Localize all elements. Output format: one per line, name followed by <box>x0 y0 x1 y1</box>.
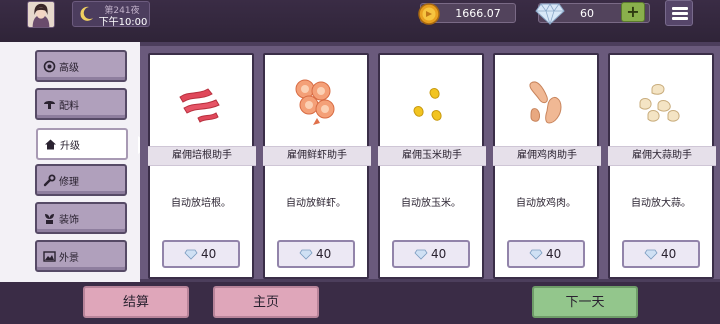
mushroom-icon <box>44 101 55 109</box>
shop-card[interactable]: 雇佣玉米助手 自动放玉米。 40 <box>378 53 486 279</box>
tab-repair[interactable]: 修理 <box>35 164 127 196</box>
card-description: 自动放大蒜。 <box>631 198 691 209</box>
add-gems-button[interactable]: + <box>621 2 645 22</box>
bacon-icon <box>179 88 220 123</box>
buy-button[interactable]: 40 <box>622 240 700 268</box>
landscape-icon <box>43 251 56 262</box>
shop-card[interactable]: 雇佣鸡肉助手 自动放鸡肉。 40 <box>493 53 601 279</box>
card-title: 雇佣鸡肉助手 <box>493 146 601 166</box>
tab-label: 外景 <box>59 253 79 264</box>
card-title: 雇佣鲜虾助手 <box>263 146 371 166</box>
diamond-icon <box>414 249 428 260</box>
price: 40 <box>546 247 562 261</box>
tab-ingredients[interactable]: 配料 <box>35 88 127 120</box>
diamond-icon <box>535 3 565 26</box>
medal-icon <box>43 60 56 73</box>
card-description: 自动放玉米。 <box>401 198 461 209</box>
card-description: 自动放鸡肉。 <box>516 198 576 209</box>
buy-button[interactable]: 40 <box>392 240 470 268</box>
price: 40 <box>661 247 677 261</box>
tab-label: 升级 <box>60 141 80 152</box>
avatar[interactable] <box>27 1 55 28</box>
tab-upgrade[interactable]: 升级 <box>36 128 128 160</box>
buy-button[interactable]: 40 <box>507 240 585 268</box>
tab-label: 装饰 <box>59 215 79 226</box>
gems-value: 60 <box>580 7 594 20</box>
coin-balance: 1666.07 <box>418 3 516 25</box>
shop-card[interactable]: 雇佣鲜虾助手 自动放鲜虾。 40 <box>263 53 371 279</box>
coins-value: 1666.07 <box>455 7 501 20</box>
clock-time: 下午10:00 <box>98 17 148 28</box>
wrench-icon <box>43 174 56 187</box>
card-description: 自动放鲜虾。 <box>286 198 346 209</box>
price: 40 <box>316 247 332 261</box>
top-bar: 第241夜 下午10:00 1666.07 60 + <box>0 0 720 42</box>
chicken-icon <box>529 81 562 124</box>
price: 40 <box>201 247 217 261</box>
card-title: 雇佣培根助手 <box>148 146 256 166</box>
diamond-icon <box>644 249 658 260</box>
buy-button[interactable]: 40 <box>277 240 355 268</box>
upgrade-shop-panel: 雇佣培根助手 自动放培根。 40 雇佣鲜虾助手 自动放鲜虾。 40 雇佣玉米助手… <box>140 42 720 282</box>
day-clock: 第241夜 下午10:00 <box>72 1 150 28</box>
tab-advanced[interactable]: 高级 <box>35 50 127 82</box>
card-title: 雇佣玉米助手 <box>378 146 486 166</box>
corn-icon <box>413 88 442 121</box>
buy-button[interactable]: 40 <box>162 240 240 268</box>
home-button[interactable]: 主页 <box>213 286 319 318</box>
tab-label: 高级 <box>59 63 79 74</box>
menu-button[interactable] <box>665 0 693 26</box>
coin-icon <box>418 3 440 25</box>
moon-icon <box>80 6 93 21</box>
card-title: 雇佣大蒜助手 <box>608 146 716 166</box>
shrimp-icon <box>295 79 335 125</box>
tab-decor[interactable]: 装饰 <box>35 202 127 234</box>
diamond-icon <box>529 249 543 260</box>
card-description: 自动放培根。 <box>171 198 231 209</box>
character-portrait-icon <box>28 2 54 27</box>
tab-label: 配料 <box>59 101 79 112</box>
category-sidebar: 高级 配料 升级 修理 装饰 外景 <box>0 42 140 282</box>
settle-button[interactable]: 结算 <box>83 286 189 318</box>
bottom-bar: 结算 主页 下一天 <box>0 282 720 324</box>
next-day-button[interactable]: 下一天 <box>532 286 638 318</box>
hamburger-icon <box>672 7 688 10</box>
garlic-icon <box>639 84 680 122</box>
tab-exterior[interactable]: 外景 <box>35 240 127 272</box>
shop-card[interactable]: 雇佣大蒜助手 自动放大蒜。 40 <box>608 53 716 279</box>
shop-card[interactable]: 雇佣培根助手 自动放培根。 40 <box>148 53 256 279</box>
tab-label: 修理 <box>59 177 79 188</box>
price: 40 <box>431 247 447 261</box>
house-icon <box>45 139 56 150</box>
diamond-icon <box>299 249 313 260</box>
diamond-icon <box>184 249 198 260</box>
plant-icon <box>45 214 54 224</box>
